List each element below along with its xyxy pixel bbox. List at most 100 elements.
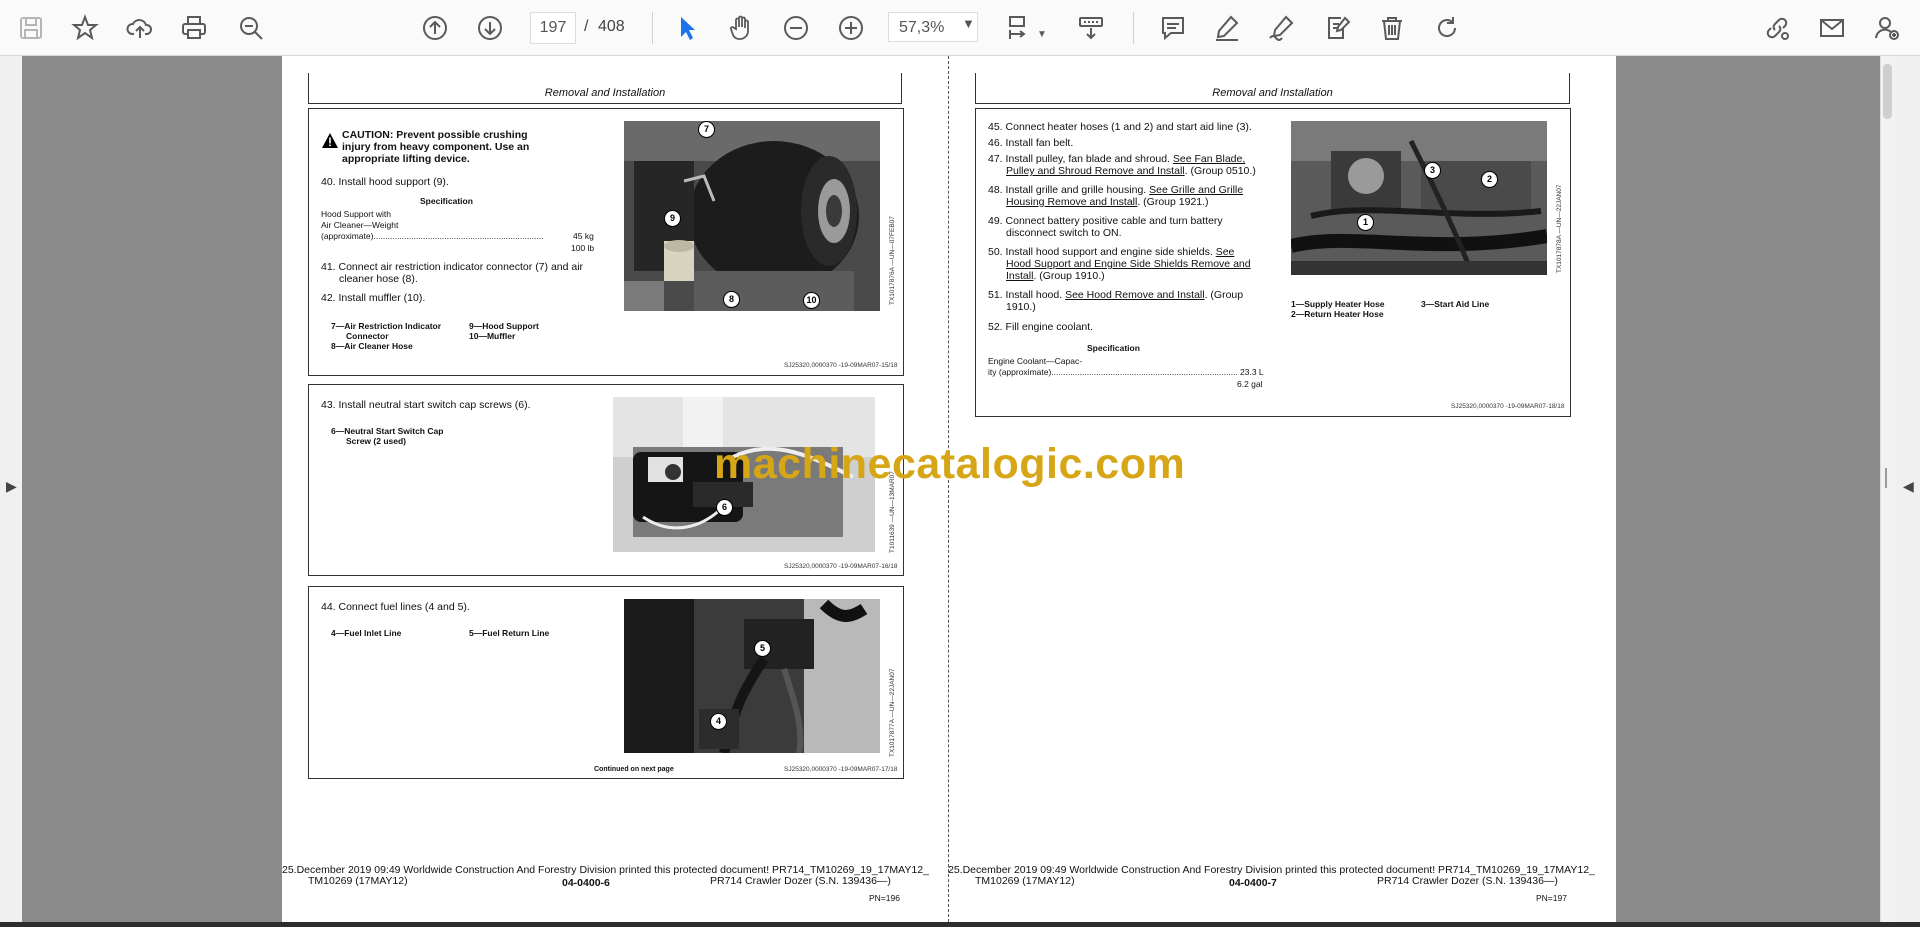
photo-reference: TX1017876A —UN—07FEB07 [889,216,896,305]
link-hood-support[interactable]: Install [1006,270,1033,282]
photo-reference: TX1017877A —UN—22JAN07 [889,668,896,757]
watermark-text: machinecatalogic.com [714,440,1186,488]
zoom-search-icon[interactable] [234,11,268,45]
zoom-in-icon[interactable] [834,11,868,45]
step-51: 1910.) [1006,301,1036,313]
step-48: Housing Remove and Install. (Group 1921.… [1006,196,1209,208]
document-reference: SJ25320,0000370 -19-09MAR07-15/18 [784,362,898,369]
step-49: 49. Connect battery positive cable and t… [988,215,1223,227]
expand-right-panel-icon[interactable]: ◀ [1903,478,1914,495]
instruction-box-1: CAUTION: Prevent possible crushing injur… [308,108,904,376]
print-icon[interactable] [177,11,211,45]
save-icon[interactable] [14,11,48,45]
spec-value: 45 kg [573,231,594,241]
caution-text: CAUTION: Prevent possible crushing [342,129,528,141]
expand-left-panel-icon[interactable]: ▶ [6,478,17,495]
model-label: PR714 Crawler Dozer (S.N. 139436—) [710,875,891,887]
page-separator: / [584,18,589,35]
highlight-pen-icon[interactable] [1210,11,1244,45]
section-title: Removal and Installation [544,87,666,99]
zoom-out-icon[interactable] [779,11,813,45]
select-cursor-icon[interactable] [670,11,704,45]
taskbar-edge [0,922,1920,927]
bookmark-star-icon[interactable] [68,11,102,45]
rotate-icon[interactable] [1430,11,1464,45]
email-icon[interactable] [1815,11,1849,45]
callout-number: 7 [698,121,715,138]
callout-number: 1 [1357,214,1374,231]
step-52: 52. Fill engine coolant. [988,321,1094,333]
step-50: Hood Support and Engine Side Shields Rem… [1006,258,1251,271]
delete-icon[interactable] [1375,11,1409,45]
document-reference: SJ25320,0000370 -19-09MAR07-18/18 [1451,403,1565,410]
step-45: 45. Connect heater hoses (1 and 2) and s… [988,121,1252,133]
legend-item: 10—Muffler [469,331,516,341]
fuel-lines-photo [624,599,880,753]
toolbar-divider [1133,12,1134,44]
legend-item: 1—Supply Heater Hose [1291,299,1385,309]
instruction-box-4: 45. Connect heater hoses (1 and 2) and s… [975,108,1571,417]
heater-hoses-photo [1291,121,1547,275]
step-44: 44. Connect fuel lines (4 and 5). [321,601,470,613]
page-down-icon[interactable] [473,11,507,45]
spec-line: ity (approximate).......................… [988,367,1238,377]
legend-item: 2—Return Heater Hose [1291,309,1384,319]
sign-pen-icon[interactable] [1264,11,1298,45]
page-up-icon[interactable] [418,11,452,45]
continued-note: Continued on next page [594,766,674,773]
model-label: PR714 Crawler Dozer (S.N. 139436—) [1377,875,1558,887]
edit-document-icon[interactable] [1320,11,1354,45]
link-hood-support[interactable]: See [1216,246,1235,258]
link-hood[interactable]: See Hood Remove and Install [1065,289,1205,301]
link-fan-blade[interactable]: See Fan Blade, [1173,153,1245,165]
callout-number: 5 [754,640,771,657]
upload-cloud-icon[interactable] [123,11,157,45]
manual-id: TM10269 (17MAY12) [975,875,1075,887]
link-fan-blade[interactable]: Pulley and Shroud Remove and Install [1006,165,1185,177]
step-42: 42. Install muffler (10). [321,292,426,304]
account-icon[interactable] [1870,11,1904,45]
pn-label: PN=197 [1536,893,1567,903]
engine-photo [624,121,880,311]
chevron-down-icon[interactable]: ▼ [1036,18,1048,52]
vertical-scrollbar[interactable] [1880,56,1897,922]
warning-icon [322,133,338,148]
comment-icon[interactable] [1156,11,1190,45]
toolbar: 197 / 408 57,3% ▼ ▼ [0,0,1920,56]
instruction-box-3: 44. Connect fuel lines (4 and 5). 4—Fuel… [308,586,904,779]
legend-item: 7—Air Restriction Indicator [331,321,442,331]
spec-title: Specification [1087,343,1140,353]
spec-line: (approximate)...........................… [321,231,544,241]
total-pages: 408 [598,18,625,35]
callout-number: 2 [1481,171,1498,188]
share-link-icon[interactable] [1760,11,1794,45]
step-47: Pulley and Shroud Remove and Install. (G… [1006,165,1256,177]
chevron-down-icon[interactable]: ▼ [962,16,975,31]
document-reference: SJ25320,0000370 -19-09MAR07-16/18 [784,563,898,570]
step-41: cleaner hose (8). [339,273,418,285]
scroll-grip-indicator [1885,468,1887,488]
legend-item: 5—Fuel Return Line [469,628,550,638]
document-page-spread: Removal and Installation CAUTION: Preven… [282,56,1616,922]
page-number-label: 04-0400-6 [562,877,610,889]
caution-text: appropriate lifting device. [342,153,470,165]
pn-label: PN=196 [869,893,900,903]
legend-item: 3—Start Aid Line [1421,299,1490,309]
spec-line: Hood Support with [321,209,391,219]
link-grille[interactable]: Housing Remove and Install [1006,196,1137,208]
scroll-mode-icon[interactable] [1074,11,1108,45]
page-number-input[interactable]: 197 [530,12,576,44]
step-41: 41. Connect air restriction indicator co… [321,261,584,273]
callout-number: 3 [1424,162,1441,179]
legend-item: 9—Hood Support [469,321,539,331]
spec-line: Air Cleaner—Weight [321,220,399,230]
scrollbar-thumb[interactable] [1883,64,1892,119]
link-grille[interactable]: See Grille and Grille [1149,184,1243,196]
link-hood-support[interactable]: Hood Support and Engine Side Shields Rem… [1006,258,1251,270]
hand-pan-icon[interactable] [724,11,758,45]
manual-id: TM10269 (17MAY12) [308,875,408,887]
step-50: Install. (Group 1910.) [1006,270,1105,282]
fit-page-icon[interactable] [1002,11,1036,45]
step-48: 48. Install grille and grille housing. S… [988,184,1244,196]
callout-number: 8 [723,291,740,308]
